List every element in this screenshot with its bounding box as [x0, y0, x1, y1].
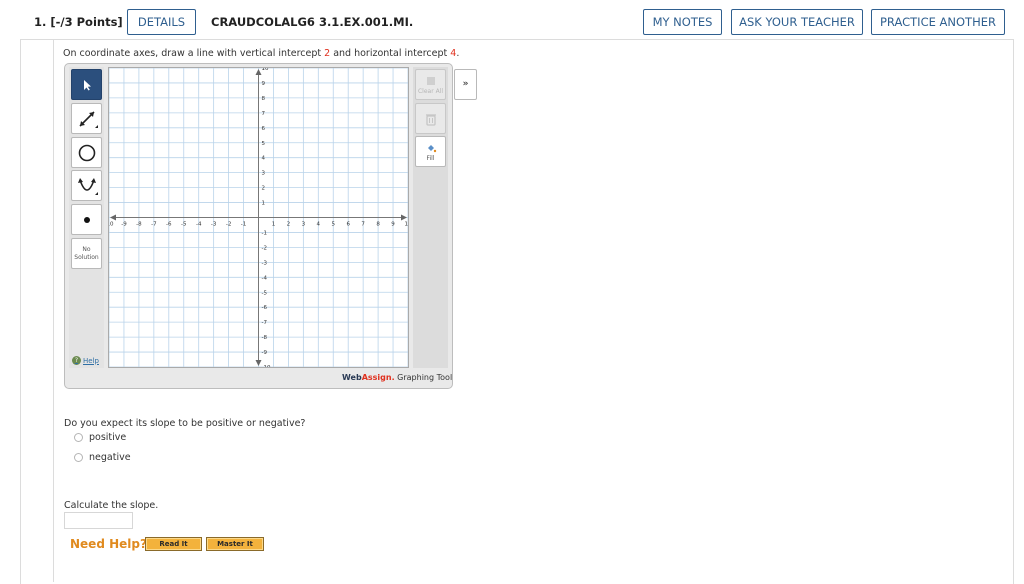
x-tick-label: -3 — [211, 222, 217, 228]
x-tick-label: 3 — [302, 222, 306, 228]
x-tick-label: -9 — [121, 222, 127, 228]
no-solution-label: No Solution — [74, 245, 99, 261]
x-tick-label: 4 — [317, 222, 321, 228]
y-tick-label: 7 — [262, 111, 266, 117]
y-tick-label: -2 — [262, 245, 267, 251]
clear-all-icon — [426, 76, 435, 85]
y-tick-label: 8 — [262, 96, 266, 102]
parabola-tool[interactable] — [71, 170, 102, 201]
y-tick-label: -7 — [262, 320, 268, 326]
need-help-label: Need Help? — [70, 537, 147, 551]
question-header: 1. [-/3 Points] DETAILS CRAUDCOLALG6 3.1… — [20, 4, 1014, 40]
x-tick-label: -10 — [109, 222, 114, 228]
question-id: CRAUDCOLALG6 3.1.EX.001.MI. — [211, 15, 414, 29]
x-tick-label: 7 — [361, 222, 365, 228]
graph-help-link[interactable]: ? Help — [72, 356, 99, 365]
y-tick-label: -4 — [262, 275, 268, 281]
point-tool[interactable] — [71, 204, 102, 235]
y-tick-label: -1 — [262, 230, 267, 236]
pointer-tool[interactable] — [71, 69, 102, 100]
option-positive-label: positive — [89, 432, 127, 443]
x-tick-label: -8 — [136, 222, 142, 228]
trash-icon — [425, 113, 436, 126]
y-tick-label: 4 — [262, 156, 266, 162]
practice-another-button[interactable]: PRACTICE ANOTHER — [871, 9, 1005, 35]
collapse-panel-button[interactable]: » — [454, 69, 477, 100]
x-tick-label: -7 — [151, 222, 157, 228]
x-tick-label: -1 — [241, 222, 246, 228]
paint-bucket-icon — [427, 144, 436, 152]
y-tick-label: -9 — [262, 350, 268, 356]
x-tick-label: 2 — [287, 222, 291, 228]
x-tick-label: 5 — [332, 222, 336, 228]
x-tick-label: 8 — [376, 222, 380, 228]
x-tick-label: -6 — [166, 222, 172, 228]
slope-sign-question: Do you expect its slope to be positive o… — [64, 418, 306, 429]
x-tick-label: -4 — [196, 222, 202, 228]
y-tick-label: 9 — [262, 81, 266, 87]
y-tick-label: -3 — [262, 260, 268, 266]
circle-tool[interactable] — [71, 137, 102, 168]
details-button[interactable]: DETAILS — [127, 9, 196, 35]
pointer-icon — [83, 79, 91, 90]
my-notes-button[interactable]: MY NOTES — [643, 9, 722, 35]
y-tick-label: -5 — [262, 290, 268, 296]
y-tick-label: 1 — [262, 201, 266, 207]
help-icon: ? — [72, 356, 81, 365]
question-number: 1. [-/3 Points] — [34, 15, 123, 29]
x-tick-label: 10 — [405, 222, 409, 228]
y-tick-label: 2 — [262, 186, 266, 192]
y-tick-label: 3 — [262, 171, 266, 177]
x-tick-label: 6 — [346, 222, 350, 228]
x-tick-label: 1 — [272, 222, 276, 228]
fill-tool[interactable]: Fill — [415, 136, 446, 167]
radio-negative[interactable] — [74, 453, 83, 462]
y-tick-label: 10 — [262, 68, 269, 72]
point-icon — [83, 216, 90, 223]
calculate-slope-label: Calculate the slope. — [64, 500, 159, 511]
slope-answer-input[interactable] — [64, 512, 133, 529]
radio-positive[interactable] — [74, 433, 83, 442]
master-it-button[interactable]: Master It — [206, 537, 264, 551]
y-tick-label: -8 — [262, 335, 268, 341]
y-tick-label: -6 — [262, 305, 268, 311]
y-tick-label: -10 — [262, 365, 271, 367]
parabola-icon — [77, 177, 98, 195]
x-tick-label: -5 — [181, 222, 187, 228]
option-positive[interactable]: positive — [74, 432, 126, 443]
circle-icon — [78, 144, 95, 161]
question-prompt: On coordinate axes, draw a line with ver… — [63, 48, 460, 59]
coordinate-grid[interactable]: -10 -9 -8 -7 -6 -5 -4 -3 -2 -1 1 2 3 4 5 6 7 8 9 10 10 9 8 7 6 5 4… — [105, 66, 412, 371]
x-axis-left-arrow — [110, 214, 116, 221]
help-label: Help — [83, 356, 99, 365]
ask-teacher-button[interactable]: ASK YOUR TEACHER — [731, 9, 863, 35]
option-negative-label: negative — [89, 452, 131, 463]
line-tool[interactable] — [71, 103, 102, 134]
y-tick-label: 5 — [262, 141, 266, 147]
y-tick-label: 6 — [262, 126, 266, 132]
webassign-brand: WebAssign. Graphing Tool — [342, 373, 453, 382]
grid-canvas[interactable]: -10 -9 -8 -7 -6 -5 -4 -3 -2 -1 1 2 3 4 5 6 7 8 9 10 10 9 8 7 6 5 4… — [105, 66, 412, 371]
clear-all-tool[interactable]: Clear All — [415, 69, 446, 100]
delete-tool[interactable] — [415, 103, 446, 134]
x-axis-right-arrow — [401, 214, 407, 221]
read-it-button[interactable]: Read It — [145, 537, 202, 551]
x-tick-label: -2 — [226, 222, 231, 228]
line-icon — [78, 110, 98, 128]
x-tick-label: 9 — [391, 222, 395, 228]
no-solution-tool[interactable]: No Solution — [71, 238, 102, 269]
content-left-rule — [53, 40, 54, 582]
option-negative[interactable]: negative — [74, 452, 131, 463]
